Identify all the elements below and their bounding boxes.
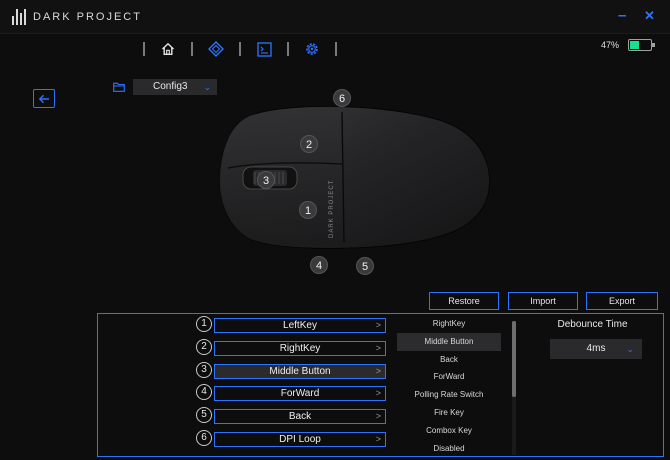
import-button[interactable]: Import — [508, 292, 578, 310]
brand-name: DARK PROJECT — [33, 11, 142, 23]
function-item[interactable]: Combox Key — [397, 422, 501, 440]
button-badge-3[interactable]: 3 — [257, 171, 275, 189]
key-assign-4[interactable]: ForWard > — [214, 386, 386, 401]
export-button[interactable]: Export — [586, 292, 658, 310]
function-item[interactable]: Fire Key — [397, 404, 501, 422]
brand-logo: DARK PROJECT — [12, 9, 142, 25]
arrow-left-icon — [38, 94, 49, 103]
back-button[interactable] — [33, 89, 55, 108]
key-assign-1[interactable]: LeftKey > — [214, 318, 386, 333]
button-badge-2[interactable]: 2 — [300, 135, 318, 153]
title-bar: DARK PROJECT – ✕ — [0, 0, 670, 34]
key-number: 1 — [196, 316, 212, 332]
function-item[interactable]: ForWard — [397, 368, 501, 386]
key-assign-3[interactable]: Middle Button > — [214, 364, 386, 379]
chevron-right-icon: > — [375, 411, 381, 421]
key-number: 5 — [196, 407, 212, 423]
home-icon[interactable] — [145, 38, 191, 60]
scrollbar-thumb[interactable] — [512, 321, 516, 397]
function-item[interactable]: Back — [397, 351, 501, 369]
function-item[interactable]: Disabled — [397, 440, 501, 458]
chevron-down-icon: ⌄ — [203, 82, 211, 92]
chevron-right-icon: > — [375, 320, 381, 330]
function-list: RightKey Middle Button Back ForWard Poll… — [397, 315, 501, 457]
chevron-down-icon: ⌄ — [626, 344, 634, 354]
key-assign-label: ForWard — [280, 388, 320, 399]
key-number: 6 — [196, 430, 212, 446]
chevron-right-icon: > — [375, 366, 381, 376]
key-assign-label: LeftKey — [283, 320, 317, 331]
minimize-button[interactable]: – — [618, 8, 626, 24]
function-item-selected[interactable]: Middle Button — [397, 332, 501, 351]
chevron-right-icon: > — [375, 343, 381, 353]
close-button[interactable]: ✕ — [644, 8, 655, 24]
diamond-icon[interactable] — [193, 38, 239, 60]
app-window: DARK PROJECT – ✕ 47% Config3 ⌄ DARK PROJ… — [0, 0, 670, 460]
function-item[interactable]: Polling Rate Switch — [397, 386, 501, 404]
chevron-right-icon: > — [375, 388, 381, 398]
chevron-right-icon: > — [375, 434, 381, 444]
key-assign-2[interactable]: RightKey > — [214, 341, 386, 356]
console-icon[interactable] — [241, 38, 287, 60]
battery-icon — [628, 39, 655, 51]
battery-fill — [630, 41, 639, 49]
key-number: 4 — [196, 384, 212, 400]
brand-mark-icon — [12, 9, 26, 25]
debounce-dropdown[interactable]: 4ms ⌄ — [550, 339, 642, 359]
restore-button[interactable]: Restore — [429, 292, 499, 310]
function-item[interactable]: RightKey — [397, 315, 501, 333]
main-nav — [143, 38, 337, 60]
key-assign-6[interactable]: DPI Loop > — [214, 432, 386, 447]
mouse-logo-text: DARK PROJECT — [329, 180, 335, 238]
key-number: 3 — [196, 362, 212, 378]
button-badge-4[interactable]: 4 — [310, 256, 328, 274]
debounce-value: 4ms — [586, 343, 606, 354]
key-assign-label: Back — [288, 411, 312, 422]
key-assign-5[interactable]: Back > — [214, 409, 386, 424]
function-list-scrollbar[interactable] — [512, 321, 516, 455]
key-number: 2 — [196, 339, 212, 355]
button-badge-5[interactable]: 5 — [356, 257, 374, 275]
key-assign-label: DPI Loop — [279, 434, 321, 445]
key-assign-label: RightKey — [279, 343, 321, 354]
button-badge-6[interactable]: 6 — [333, 89, 351, 107]
folder-icon[interactable] — [113, 82, 125, 92]
battery-percent: 47% — [601, 40, 620, 50]
debounce-title: Debounce Time — [557, 319, 628, 330]
gear-icon[interactable] — [289, 38, 335, 60]
button-badge-1[interactable]: 1 — [299, 201, 317, 219]
key-assign-label: Middle Button — [269, 366, 331, 377]
mouse-image: DARK PROJECT — [219, 105, 491, 249]
nav-divider — [335, 42, 337, 56]
config-selected-value: Config3 — [153, 81, 188, 92]
config-dropdown[interactable]: Config3 ⌄ — [133, 79, 217, 95]
